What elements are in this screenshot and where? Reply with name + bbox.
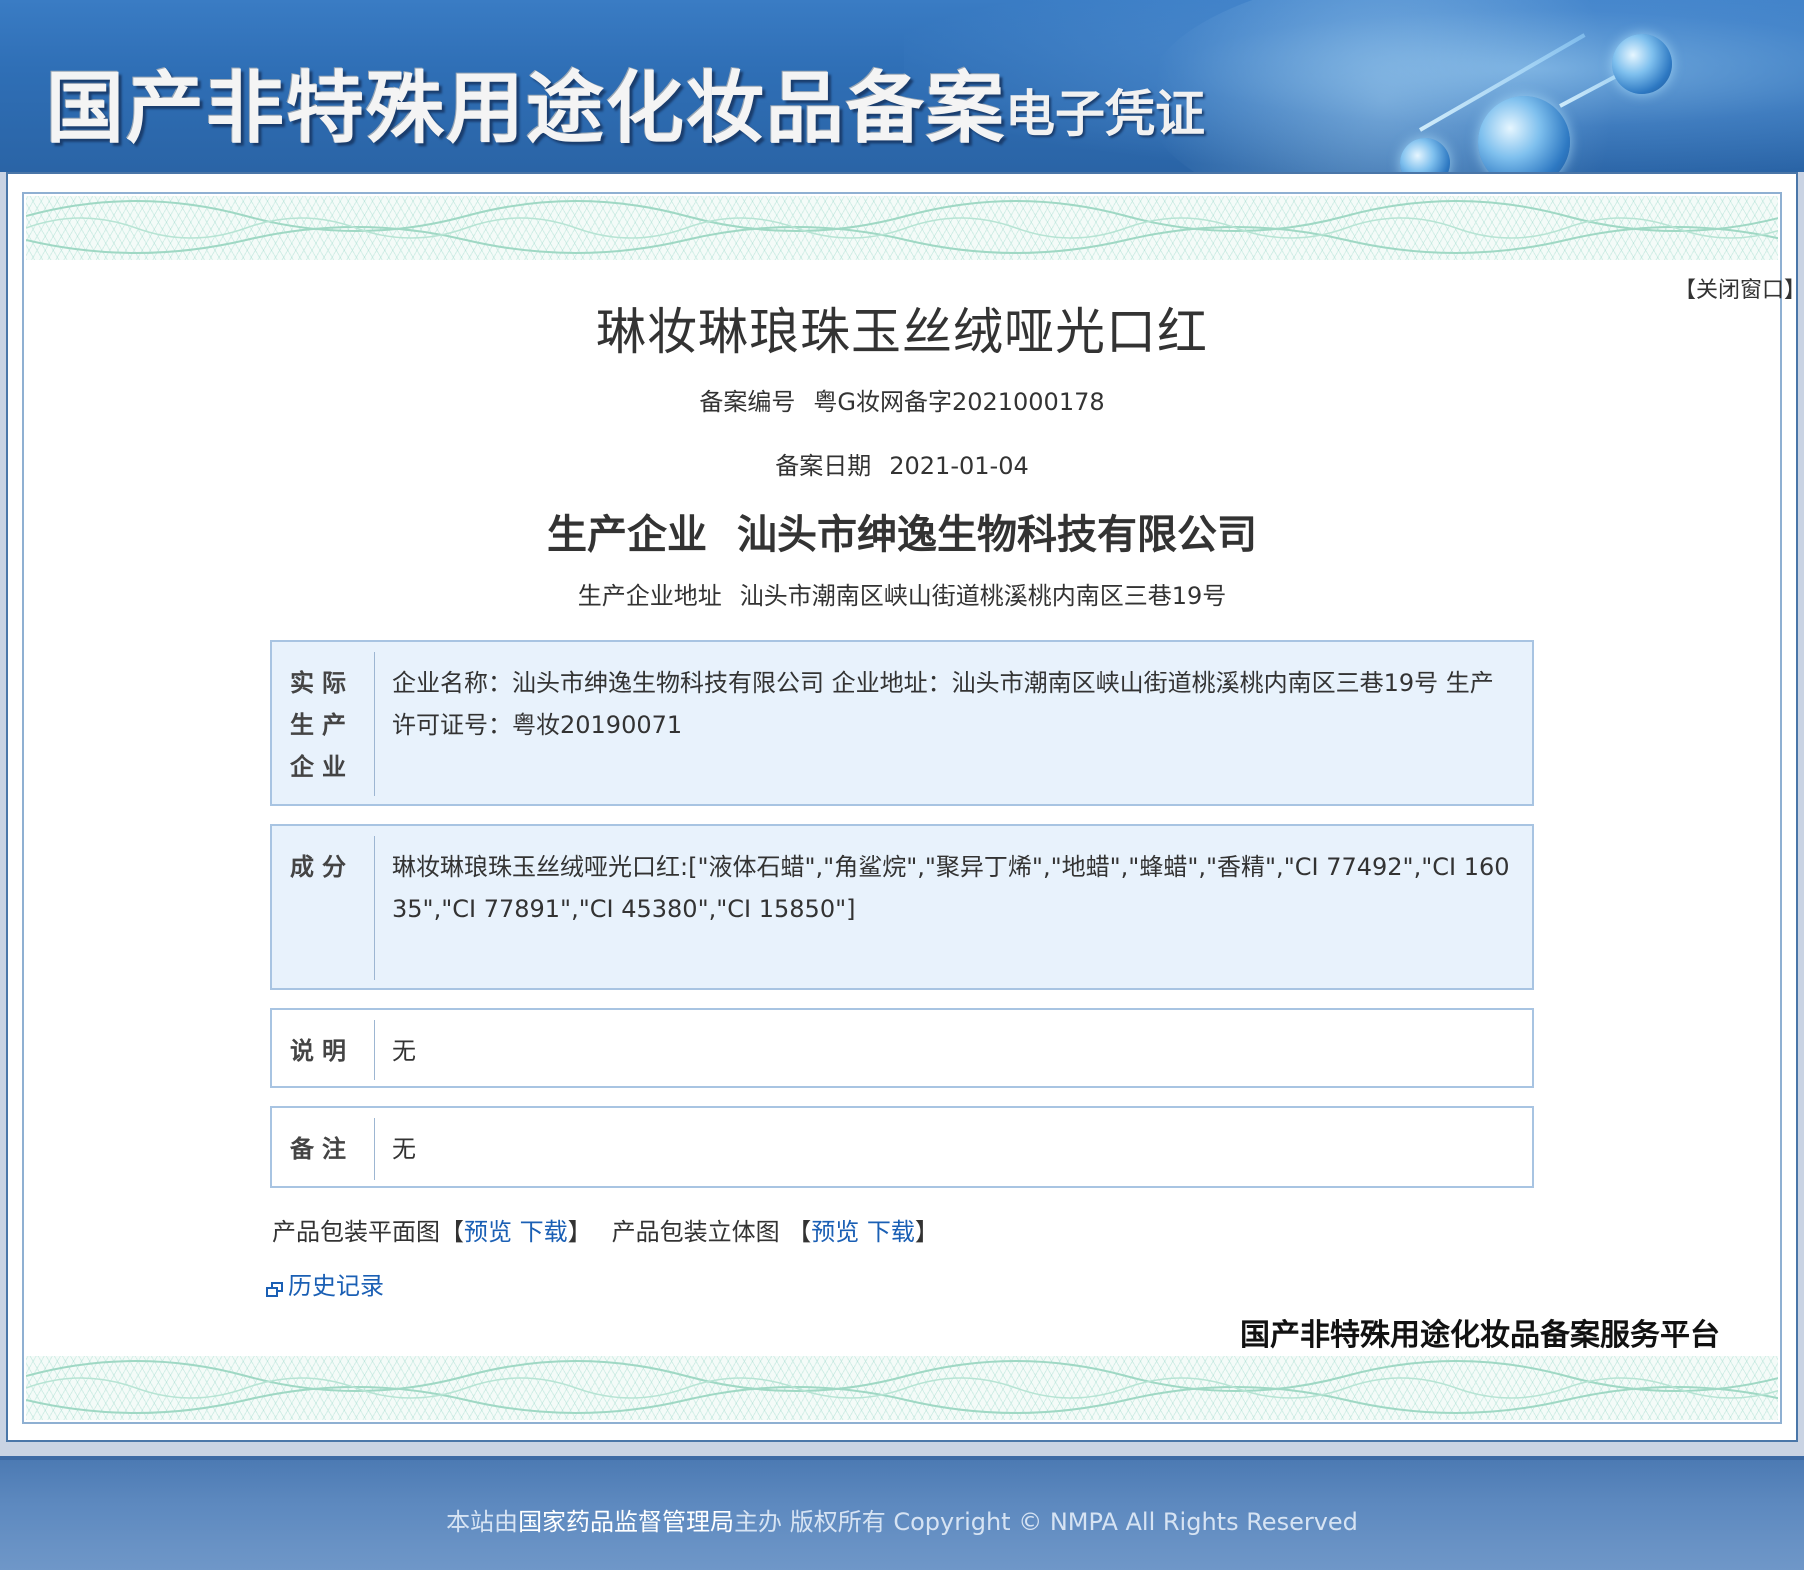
window-restore-icon	[266, 1282, 284, 1298]
solid-download-link[interactable]: 下载	[867, 1218, 915, 1246]
molecule-sphere	[1612, 34, 1672, 94]
record-date-label: 备案日期	[775, 452, 872, 480]
ingredients-section: 成分 琳妆琳琅珠玉丝绒哑光口红:["液体石蜡","角鲨烷","聚异丁烯","地蜡…	[270, 824, 1534, 990]
actual-producer-label: 实际生产企业	[290, 669, 354, 781]
packaging-line: 产品包装平面图【预览 下载】 产品包装立体图 【预览 下载】	[272, 1212, 939, 1247]
description-label: 说明	[290, 1037, 354, 1065]
manufacturer-name: 汕头市绅逸生物科技有限公司	[737, 512, 1257, 558]
footer: 本站由国家药品监督管理局主办 版权所有 Copyright © NMPA All…	[0, 1456, 1804, 1570]
description-content: 无	[392, 1037, 416, 1065]
product-name: 琳妆琳琅珠玉丝绒哑光口红	[596, 303, 1208, 361]
history-link[interactable]: 历史记录	[266, 1266, 384, 1301]
solid-preview-link[interactable]: 预览	[811, 1218, 859, 1246]
record-number-line: 备案编号 粤G妆网备字2021000178	[0, 382, 1804, 417]
flat-download-link[interactable]: 下载	[520, 1218, 568, 1246]
footer-org-link[interactable]: 国家药品监督管理局	[518, 1508, 734, 1536]
guilloche-band-top	[26, 196, 1778, 260]
remarks-content: 无	[392, 1135, 416, 1163]
header-banner: 国产非特殊用途化妆品备案 电子凭证	[0, 0, 1804, 172]
remarks-section: 备注 无	[270, 1106, 1534, 1188]
record-date-line: 备案日期 2021-01-04	[0, 446, 1804, 481]
manufacturer-address-label: 生产企业地址	[577, 582, 722, 610]
flat-image-label: 产品包装平面图	[272, 1218, 440, 1246]
section-divider	[374, 652, 375, 796]
bracket: 】	[567, 1218, 592, 1246]
manufacturer-address-value: 汕头市潮南区峡山街道桃溪桃内南区三巷19号	[739, 582, 1227, 610]
ingredients-content: 琳妆琳琅珠玉丝绒哑光口红:["液体石蜡","角鲨烷","聚异丁烯","地蜡","…	[392, 853, 1510, 923]
platform-name: 国产非特殊用途化妆品备案服务平台	[1240, 1318, 1720, 1353]
section-divider	[374, 836, 375, 980]
flat-preview-link[interactable]: 预览	[464, 1218, 512, 1246]
guilloche-band-bottom	[26, 1356, 1778, 1420]
manufacturer-label: 生产企业	[547, 512, 707, 558]
footer-copyright: 本站由国家药品监督管理局主办 版权所有 Copyright © NMPA All…	[0, 1502, 1804, 1537]
bracket: 【	[787, 1218, 812, 1246]
banner-title: 国产非特殊用途化妆品备案	[46, 63, 1007, 154]
solid-image-label: 产品包装立体图	[611, 1218, 780, 1246]
actual-producer-content: 企业名称：汕头市绅逸生物科技有限公司 企业地址：汕头市潮南区峡山街道桃溪桃内南区…	[392, 669, 1494, 739]
banner-subtitle: 电子凭证	[1005, 84, 1205, 143]
ingredients-label: 成分	[290, 853, 354, 881]
manufacturer-line: 生产企业 汕头市绅逸生物科技有限公司	[0, 502, 1804, 560]
bracket: 【	[440, 1218, 464, 1246]
description-section: 说明 无	[270, 1008, 1534, 1088]
record-date-value: 2021-01-04	[889, 452, 1029, 480]
history-label[interactable]: 历史记录	[288, 1272, 384, 1300]
footer-prefix: 本站由	[446, 1508, 519, 1536]
bracket: 】	[914, 1218, 939, 1246]
record-number-value: 粤G妆网备字2021000178	[813, 388, 1105, 416]
manufacturer-address-line: 生产企业地址 汕头市潮南区峡山街道桃溪桃内南区三巷19号	[0, 576, 1804, 611]
remarks-label: 备注	[290, 1135, 354, 1163]
section-divider	[374, 1020, 375, 1080]
section-divider	[374, 1118, 375, 1180]
record-number-label: 备案编号	[699, 388, 796, 416]
actual-producer-section: 实际生产企业 企业名称：汕头市绅逸生物科技有限公司 企业地址：汕头市潮南区峡山街…	[270, 640, 1534, 806]
footer-suffix: 主办 版权所有 Copyright © NMPA All Rights Rese…	[734, 1508, 1358, 1536]
